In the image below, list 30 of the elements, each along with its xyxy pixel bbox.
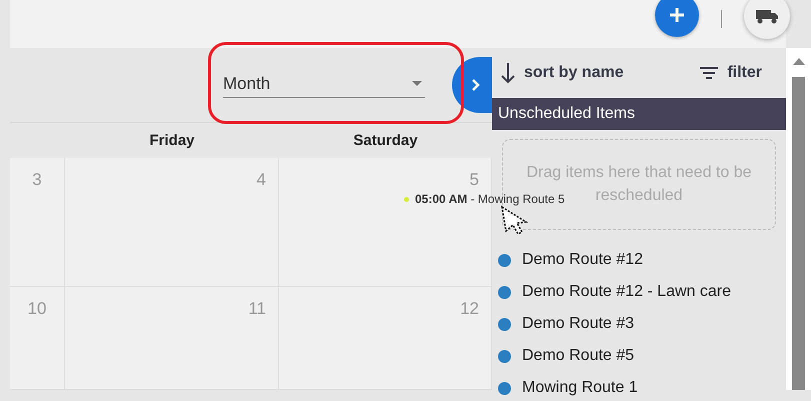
weekday-header: Friday <box>149 132 194 149</box>
day-number: 10 <box>28 299 46 318</box>
day-number: 12 <box>460 299 479 318</box>
route-item[interactable]: Mowing Route 1 <box>498 372 786 401</box>
sort-button[interactable]: sort by name <box>500 62 624 84</box>
route-item[interactable]: Demo Route #12 - Lawn care <box>498 276 786 308</box>
dropdown-caret-icon <box>412 81 422 86</box>
expand-button[interactable] <box>452 57 492 113</box>
day-number: 3 <box>32 170 42 189</box>
chevron-right-icon <box>471 78 481 92</box>
route-item[interactable]: Demo Route #3 <box>498 308 786 340</box>
filter-icon <box>699 66 720 80</box>
calendar-event[interactable]: 05:00 AM - Mowing Route 5 <box>404 192 565 206</box>
truck-icon <box>755 8 779 24</box>
scrollbar[interactable] <box>786 48 811 390</box>
view-select[interactable]: Month <box>223 70 425 98</box>
add-button[interactable] <box>655 0 699 37</box>
vehicle-button[interactable] <box>744 0 790 39</box>
day-number: 5 <box>470 170 479 189</box>
weekday-header: Saturday <box>353 132 418 149</box>
section-header: Unscheduled Items <box>492 98 786 130</box>
scroll-up-icon <box>792 58 804 65</box>
day-number: 11 <box>248 299 266 318</box>
scrollbar-thumb[interactable] <box>792 77 805 390</box>
plus-icon <box>668 6 686 24</box>
filter-button[interactable]: filter <box>699 64 762 82</box>
day-number: 4 <box>256 170 266 189</box>
route-item[interactable]: Demo Route #12 <box>498 244 786 276</box>
arrow-down-icon <box>500 62 516 84</box>
route-item[interactable]: Demo Route #5 <box>498 340 786 372</box>
